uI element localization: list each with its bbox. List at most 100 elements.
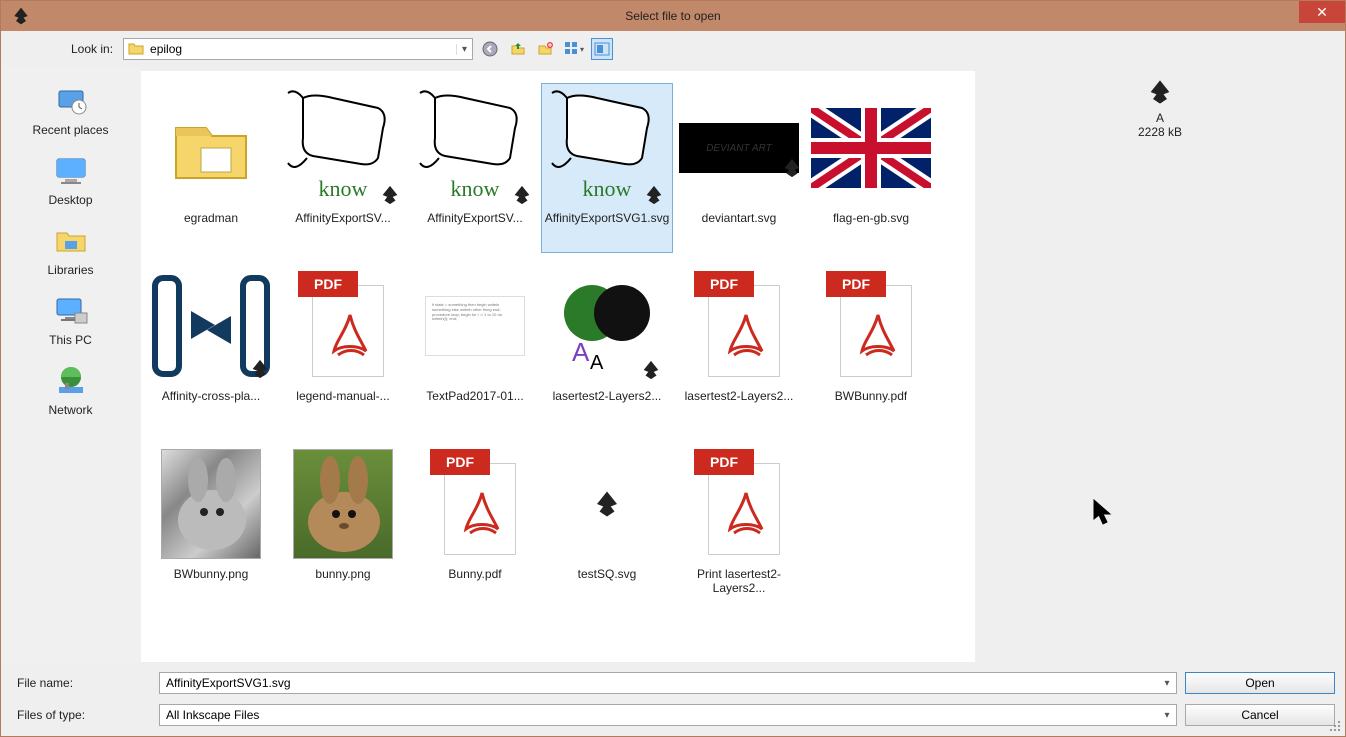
file-name-label: egradman (184, 212, 238, 226)
file-thumbnail (151, 444, 271, 564)
file-item[interactable]: flag-en-gb.svg (805, 83, 937, 253)
sidebar-item-label: Desktop (48, 193, 92, 207)
file-thumbnail (151, 88, 271, 208)
sidebar-item-desktop[interactable]: Desktop (21, 147, 121, 213)
file-thumbnail: know (283, 88, 403, 208)
recent-places-icon (51, 81, 91, 121)
view-menu-button[interactable]: ▾ (563, 38, 585, 60)
sidebar-item-label: This PC (49, 333, 92, 347)
file-item[interactable]: Affinity-cross-pla... (145, 261, 277, 431)
file-thumbnail: DEVIANT ART (679, 88, 799, 208)
file-name-label: Print lasertest2-Layers2... (675, 568, 803, 596)
titlebar-title: Select file to open (1, 9, 1345, 23)
preview-icon (1140, 77, 1180, 107)
open-file-dialog: Select file to open ✕ Look in: epilog ▾ … (0, 0, 1346, 737)
back-button[interactable] (479, 38, 501, 60)
file-thumbnail: know (415, 88, 535, 208)
file-item[interactable]: PDF Print lasertest2-Layers2... (673, 439, 805, 609)
sidebar-item-label: Recent places (32, 123, 108, 137)
file-name-label: Affinity-cross-pla... (162, 390, 260, 404)
file-item[interactable]: BWbunny.png (145, 439, 277, 609)
file-name-label: TextPad2017-01... (426, 390, 523, 404)
preview-toggle-button[interactable] (591, 38, 613, 60)
body-area: Recent places Desktop Libraries This PC … (1, 67, 1345, 666)
file-name-label: bunny.png (315, 568, 370, 582)
sidebar-item-label: Libraries (47, 263, 93, 277)
file-item[interactable]: know AffinityExportSV... (277, 83, 409, 253)
network-icon (51, 361, 91, 401)
folder-icon (128, 41, 144, 57)
cancel-button[interactable]: Cancel (1185, 704, 1335, 726)
file-name-label: Bunny.pdf (448, 568, 501, 582)
new-folder-button[interactable] (535, 38, 557, 60)
sidebar-item-network[interactable]: Network (21, 357, 121, 423)
file-item[interactable]: if state = something then begin writeln … (409, 261, 541, 431)
file-name-label: AffinityExportSVG1.svg (545, 212, 670, 226)
preview-name: A (1156, 111, 1164, 125)
preview-size: 2228 kB (1138, 125, 1182, 139)
cancel-button-label: Cancel (1241, 708, 1278, 722)
file-thumbnail: PDF (283, 266, 403, 386)
preview-pane: A 2228 kB (975, 67, 1345, 666)
file-list[interactable]: egradmanknowAffinityExportSV...knowAffin… (141, 71, 975, 662)
close-icon: ✕ (1316, 4, 1328, 21)
footer: File name: AffinityExportSVG1.svg ▾ Open… (1, 666, 1345, 736)
close-button[interactable]: ✕ (1299, 1, 1345, 23)
svg-text:A: A (572, 337, 590, 367)
sidebar-item-label: Network (48, 403, 92, 417)
up-one-level-button[interactable] (507, 38, 529, 60)
svg-text:A: A (590, 352, 604, 374)
file-thumbnail: PDF (679, 266, 799, 386)
file-item[interactable]: bunny.png (277, 439, 409, 609)
desktop-icon (51, 151, 91, 191)
file-name-label: AffinityExportSV... (427, 212, 522, 226)
file-thumbnail: PDF (415, 444, 535, 564)
file-item[interactable]: PDF legend-manual-... (277, 261, 409, 431)
this-pc-icon (51, 291, 91, 331)
filetype-value: All Inkscape Files (166, 708, 1158, 722)
file-name-label: BWbunny.png (174, 568, 249, 582)
file-item[interactable]: DEVIANT ART deviantart.svg (673, 83, 805, 253)
file-thumbnail (811, 88, 931, 208)
file-item[interactable]: egradman (145, 83, 277, 253)
lookin-value: epilog (150, 42, 456, 56)
sidebar-item-recent-places[interactable]: Recent places (21, 77, 121, 143)
file-name-label: deviantart.svg (702, 212, 777, 226)
chevron-down-icon: ▾ (1158, 710, 1176, 721)
sidebar-item-this-pc[interactable]: This PC (21, 287, 121, 353)
lookin-combobox[interactable]: epilog ▾ (123, 38, 473, 60)
file-name-label: AffinityExportSV... (295, 212, 390, 226)
filetype-combobox[interactable]: All Inkscape Files ▾ (159, 704, 1177, 726)
open-button[interactable]: Open (1185, 672, 1335, 694)
file-thumbnail (151, 266, 271, 386)
file-item[interactable]: testSQ.svg (541, 439, 673, 609)
file-item[interactable]: PDFlasertest2-Layers2... (673, 261, 805, 431)
file-thumbnail: PDF (679, 444, 799, 564)
sidebar-item-libraries[interactable]: Libraries (21, 217, 121, 283)
file-name-label: testSQ.svg (578, 568, 637, 582)
file-name-label: lasertest2-Layers2... (553, 390, 662, 404)
libraries-icon (51, 221, 91, 261)
file-thumbnail (547, 444, 667, 564)
filename-input[interactable]: AffinityExportSVG1.svg ▾ (159, 672, 1177, 694)
chevron-down-icon: ▾ (456, 44, 472, 55)
open-button-label: Open (1245, 676, 1274, 690)
file-thumbnail (283, 444, 403, 564)
resize-grip[interactable] (1330, 721, 1342, 733)
file-item[interactable]: know AffinityExportSV... (409, 83, 541, 253)
places-sidebar: Recent places Desktop Libraries This PC … (1, 67, 141, 666)
file-item[interactable]: PDF Bunny.pdf (409, 439, 541, 609)
filetype-label: Files of type: (11, 708, 151, 722)
lookin-label: Look in: (71, 42, 113, 56)
file-item[interactable]: PDFBWBunny.pdf (805, 261, 937, 431)
file-thumbnail: if state = something then begin writeln … (415, 266, 535, 386)
file-item[interactable]: AAlasertest2-Layers2... (541, 261, 673, 431)
file-item[interactable]: knowAffinityExportSVG1.svg (541, 83, 673, 253)
chevron-down-icon: ▾ (1158, 678, 1176, 689)
file-name-label: flag-en-gb.svg (833, 212, 909, 226)
file-name-label: legend-manual-... (296, 390, 389, 404)
filename-value: AffinityExportSVG1.svg (166, 676, 1158, 690)
lookin-bar: Look in: epilog ▾ ▾ (1, 31, 1345, 67)
file-thumbnail: PDF (811, 266, 931, 386)
inkscape-app-icon (9, 4, 33, 28)
